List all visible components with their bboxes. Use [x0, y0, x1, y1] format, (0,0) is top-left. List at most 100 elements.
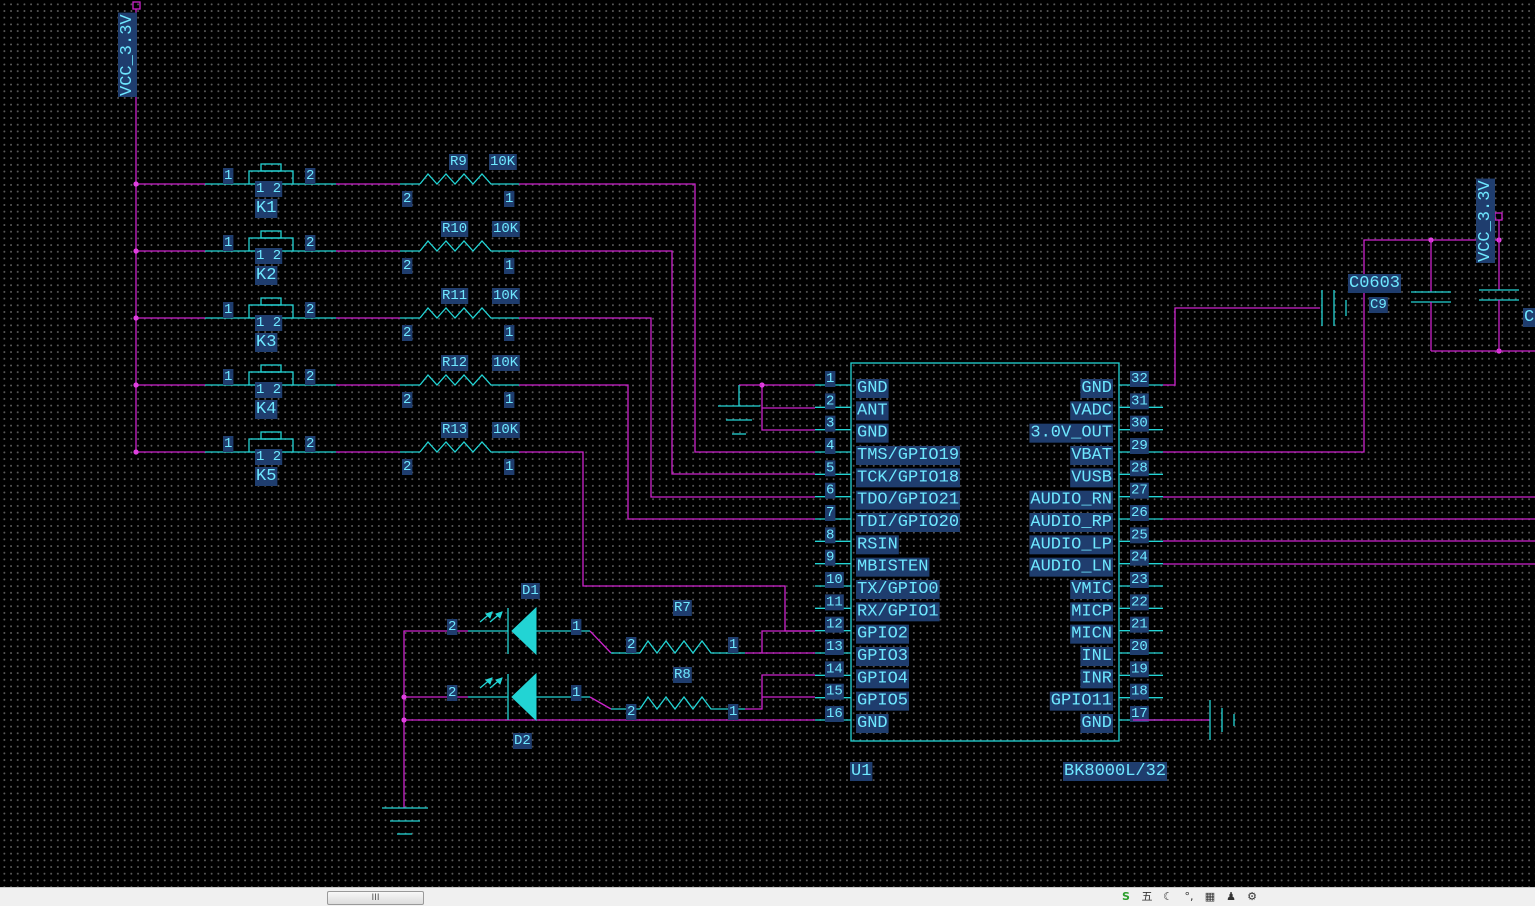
ic-pin-number: 10 [826, 572, 843, 588]
ic-pin-name: INR [1081, 669, 1112, 688]
resistor-value: 10K [493, 355, 519, 371]
ic-pin-number: 21 [1131, 617, 1148, 633]
horizontal-scrollbar-thumb[interactable]: III [327, 891, 424, 905]
vcc-label-left: VCC_3.3V [118, 14, 137, 96]
moon-icon[interactable]: ☾ [1162, 891, 1174, 903]
gnd-symbol-top [718, 382, 815, 435]
switch-k5[interactable]: 1 2 1 2 K5 [205, 431, 336, 486]
resistor-r8[interactable]: R8 2 1 [589, 667, 815, 720]
switch-k3[interactable]: 1 2 1 2 K3 [205, 297, 336, 352]
switch-pin-left: 1 [224, 436, 232, 452]
ic-left-pins: 1 GND 2 ANT 3 GND 4 TMS/GPIO19 5 TCK/GPIO18 6 TDO/G… [815, 371, 961, 733]
ic-pin-name: GPIO3 [857, 647, 908, 666]
row-5: 1 2 1 2 K5 2 1 R13 10K [133, 422, 520, 486]
switch-ref: K2 [256, 266, 276, 285]
ic-pin-name: AUDIO_LP [1030, 535, 1112, 554]
resistor-pin-right: 1 [505, 191, 513, 207]
resistor-pin-right: 1 [505, 325, 513, 341]
ic-pin-name: RX/GPIO1 [857, 602, 939, 621]
resistor-pullup-4[interactable]: 2 1 R12 10K [400, 355, 520, 408]
ic-pin-name: GND [857, 379, 888, 398]
resistor-pullup-1[interactable]: 2 1 R9 10K [400, 154, 519, 207]
switch-k2[interactable]: 1 2 1 2 K2 [205, 230, 336, 285]
resistor-value: 10K [493, 422, 519, 438]
resistor-pin-left: 2 [403, 392, 411, 408]
capacitor-package: C0603 [1349, 274, 1400, 293]
status-bar [0, 887, 1535, 906]
resistor-pin-right: 1 [505, 459, 513, 475]
ic-pin-name: TX/GPIO0 [857, 580, 939, 599]
ic-pin-name: TCK/GPIO18 [857, 468, 959, 487]
ic-pin-number: 26 [1131, 505, 1148, 521]
resistor-pullup-5[interactable]: 2 1 R13 10K [400, 422, 520, 475]
vcc-port-left[interactable] [132, 1, 141, 10]
keyboard-icon[interactable]: ▦ [1204, 891, 1216, 903]
ic-pin-number: 8 [826, 527, 834, 543]
capacitor-c9[interactable]: C0603 C9 [1321, 274, 1402, 326]
ic-pin-name: GND [1081, 379, 1112, 398]
resistor-r7[interactable]: R7 2 1 [589, 600, 815, 655]
switch-rows: 1 2 1 2 K1 2 1 R9 10K 1 2 1 2 K2 2 1 R10 10K 1 2 1 2 K3 2 1 R1… [133, 154, 520, 486]
capacitor-vertical-1[interactable] [1411, 240, 1451, 351]
switch-inner-pins: 1 2 [256, 315, 281, 331]
ic-pin-number: 12 [826, 617, 843, 633]
switch-pin-right: 2 [306, 436, 314, 452]
resistor-r7-pin-right: 1 [729, 637, 737, 653]
ic-pin-right-1[interactable]: 32 GND [1080, 371, 1163, 398]
ic-pin-name: TDI/GPIO20 [857, 513, 959, 532]
ime-icon[interactable]: S [1120, 891, 1132, 903]
ic-pin-name: MBISTEN [857, 558, 928, 577]
ic-pin-number: 24 [1131, 550, 1148, 566]
capacitor-ref: C9 [1370, 297, 1387, 313]
ic-pin-number: 13 [826, 639, 843, 655]
switch-inner-pins: 1 2 [256, 382, 281, 398]
ic-pin-name: GND [1081, 714, 1112, 733]
ic-pin-name: ANT [857, 401, 888, 420]
resistor-r8-pin-right: 1 [729, 704, 737, 720]
switch-ref: K3 [256, 333, 276, 352]
switch-k1[interactable]: 1 2 1 2 K1 [205, 163, 336, 218]
ic-ref: U1 [851, 762, 871, 781]
ic-pin-name: AUDIO_RP [1030, 513, 1112, 532]
ic-pin-name: GPIO2 [857, 625, 908, 644]
resistor-pullup-3[interactable]: 2 1 R11 10K [400, 288, 520, 341]
switch-pin-right: 2 [306, 168, 314, 184]
led-d2-pin-left: 2 [448, 685, 456, 701]
capacitor-edge-label: C [1524, 308, 1534, 327]
chinese-input-icon[interactable]: 五 [1141, 891, 1153, 903]
ic-pin-number: 22 [1131, 594, 1148, 610]
vcc-label-right: VCC_3.3V [1476, 180, 1495, 262]
ic-pin-name: GND [857, 424, 888, 443]
resistor-pullup-2[interactable]: 2 1 R10 10K [400, 221, 520, 274]
schematic-canvas[interactable]: VCC_3.3V 121 2 K1 2 1 R9 10K 1 2 1 2 K2 2 1 R10 10K 1 2… [0, 0, 1535, 887]
resistor-value: 10K [490, 154, 516, 170]
ic-pin-number: 6 [826, 483, 834, 499]
right-power-section: C0603 C9 VCC_3.3V C [1163, 178, 1535, 565]
switch-inner-pins: 1 2 [256, 181, 281, 197]
punctuation-icon[interactable]: °, [1183, 891, 1195, 903]
ic-pin-number: 31 [1131, 393, 1148, 409]
switch-inner-pins: 1 2 [256, 248, 281, 264]
ic-pin-number: 5 [826, 460, 834, 476]
ic-pin-name: VMIC [1071, 580, 1112, 599]
resistor-pin-left: 2 [403, 459, 411, 475]
led-d2[interactable]: D2 2 1 [447, 672, 590, 749]
switch-k4[interactable]: 1 2 1 2 K4 [205, 364, 336, 419]
led-d1[interactable]: D1 2 1 [447, 583, 590, 656]
ic-pin-name: TMS/GPIO19 [857, 446, 959, 465]
resistor-r8-pin-left: 2 [627, 704, 635, 720]
ic-pin-number: 14 [826, 661, 843, 677]
settings-icon[interactable]: ⚙ [1246, 891, 1258, 903]
person-icon[interactable]: ♟ [1225, 891, 1237, 903]
ic-pin-name: TDO/GPIO21 [857, 491, 959, 510]
ic-pin-number: 11 [826, 594, 843, 610]
resistor-ref: R13 [442, 422, 467, 438]
resistor-ref: R12 [442, 355, 467, 371]
vcc-port-right[interactable] [1494, 212, 1503, 221]
ic-pin-number: 20 [1131, 639, 1148, 655]
tray-icons: S 五 ☾ °, ▦ ♟ ⚙ [1120, 889, 1258, 905]
row-4: 1 2 1 2 K4 2 1 R12 10K [133, 355, 520, 419]
switch-pin-left: 1 [224, 369, 232, 385]
ic-pin-number: 2 [826, 393, 834, 409]
ic-u1[interactable]: 1 GND 2 ANT 3 GND 4 TMS/GPIO19 5 TCK/GPIO18 6 TDO/G… [815, 362, 1168, 781]
